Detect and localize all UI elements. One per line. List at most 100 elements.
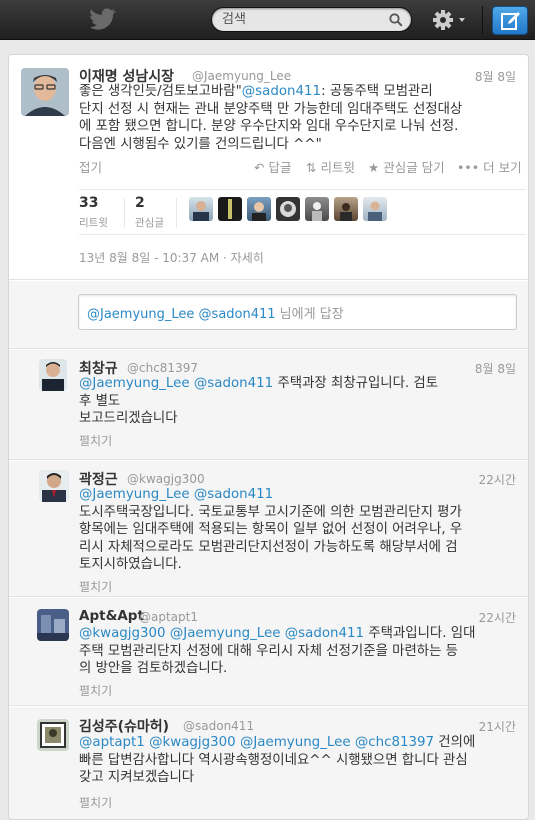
avatar[interactable]	[21, 68, 69, 116]
avatar[interactable]	[39, 359, 67, 391]
tweet-text-line: 빠른 답변감사합니다 역시광속행정이네요^^ 시행됐으면 합니다 관심	[79, 752, 519, 770]
reply-tweet[interactable]: Apt&Apt @aptapt1 22시간 @kwagjg300 @Jaemyu…	[9, 598, 528, 706]
tweet-text: 좋은 생각인듯/검토보고바람"@sadon411: 공동주택 모범관리 단지 선…	[79, 83, 524, 153]
favorite-count-label: 관심글	[135, 217, 164, 229]
author-handle[interactable]: @sadon411	[183, 719, 254, 733]
mention-link[interactable]: @sadon411	[285, 626, 364, 641]
collapse-link[interactable]: 접기	[79, 157, 102, 176]
mention-link[interactable]: @kwagjg300	[149, 735, 236, 750]
mention-link[interactable]: @Jaemyung_Lee	[79, 487, 190, 502]
text-segment: : 공동주택 모범관리	[321, 84, 433, 99]
avatar[interactable]	[37, 609, 69, 641]
text-segment: 도시주택국장입니다. 국토교통부 고시기준에 의한 모범관리단지 평가	[79, 504, 462, 520]
reply-tweet[interactable]: 김성주(슈마허) @sadon411 21시간 @aptapt1 @kwagjg…	[9, 707, 528, 819]
reply-mention: @sadon411	[198, 307, 276, 322]
author-handle[interactable]: @Jaemyung_Lee	[192, 69, 291, 83]
text-segment: 보고드리겠습니다	[79, 411, 178, 426]
text-segment: 건의에	[434, 735, 476, 750]
search-icon[interactable]	[389, 13, 403, 27]
text-segment: 리시 자체적으로라도 모범관리단지선정이 가능하도록 해당부서에 검	[79, 539, 458, 555]
tweet-text-line: @aptapt1 @kwagjg300 @Jaemyung_Lee @chc81…	[79, 734, 519, 752]
tweet-text-line: 항목에는 임대주택에 적용되는 항목이 일부 없어 선정이 어려우나, 우	[79, 521, 519, 539]
retweeter-avatar[interactable]	[189, 197, 213, 221]
avatar[interactable]	[39, 470, 69, 502]
favorite-count[interactable]: 2	[135, 195, 145, 211]
mention-link[interactable]: @aptapt1	[79, 735, 145, 750]
mention-link[interactable]: @Jaemyung_Lee	[170, 626, 281, 641]
expand-link[interactable]: 펼치기	[79, 578, 112, 595]
mention-link[interactable]: @sadon411	[242, 84, 321, 99]
compose-icon	[501, 12, 520, 30]
more-action[interactable]: ••• 더 보기	[457, 157, 522, 176]
expand-link[interactable]: 펼치기	[79, 682, 112, 699]
retweet-action[interactable]: ⇅ 리트윗	[306, 157, 355, 176]
retweeter-avatar[interactable]	[247, 197, 271, 221]
topbar-divider	[482, 6, 483, 34]
expand-link[interactable]: 펼치기	[79, 432, 112, 449]
stat-divider	[124, 198, 125, 228]
mention-link[interactable]: @kwagjg300	[79, 626, 166, 641]
text-segment: 주택 모범관리단지 선정에 대해 우리시 자체 선정기준을 마련하는 등	[79, 643, 458, 659]
tweet-text-line: 후 별도	[79, 393, 519, 411]
gear-icon[interactable]	[430, 8, 470, 32]
author-handle[interactable]: @kwagjg300	[127, 472, 205, 486]
tweet-text-line: 도시주택국장입니다. 국토교통부 고시기준에 의한 모범관리단지 평가	[79, 504, 519, 522]
tweet-text-line: 에 포함 됐으면 합니다. 분양 우수단지와 임대 우수단지로 나눠 선정.	[79, 119, 459, 134]
retweeter-avatar[interactable]	[305, 197, 329, 221]
tweet-text-line: @Jaemyung_Lee @sadon411 주택과장 최창규입니다. 검토	[79, 375, 519, 393]
author-handle[interactable]: @chc81397	[127, 361, 198, 375]
retweet-count[interactable]: 33	[79, 195, 98, 211]
avatar[interactable]	[37, 719, 69, 751]
more-icon: •••	[457, 160, 480, 175]
reply-area: @Jaemyung_Lee @sadon411 님에게 답장	[9, 281, 528, 349]
tweet-time[interactable]: 21시간	[479, 718, 516, 735]
tweet-timestamp[interactable]: 13년 8월 8일 - 10:37 AM	[79, 251, 219, 265]
mention-link[interactable]: @Jaemyung_Lee	[79, 376, 190, 391]
mention-link[interactable]: @Jaemyung_Lee	[240, 735, 351, 750]
more-action-label: 더 보기	[483, 160, 522, 175]
expand-link[interactable]: 펼치기	[79, 794, 112, 811]
tweet-text-line: 좋은 생각인듯/검토보고바람"@sadon411: 공동주택 모범관리	[79, 83, 524, 101]
tweet-text: @kwagjg300 @Jaemyung_Lee @sadon411 주택과입니…	[79, 625, 519, 678]
tweet-text-line: @kwagjg300 @Jaemyung_Lee @sadon411 주택과입니…	[79, 625, 519, 643]
details-link[interactable]: 자세히	[231, 251, 264, 265]
tweet-text-line: 갖고 지켜보겠습니다	[79, 769, 519, 787]
mention-link[interactable]: @chc81397	[355, 735, 434, 750]
search-box[interactable]	[211, 7, 412, 32]
tweet-panel: 이재명 성남시장 @Jaemyung_Lee 8월 8일 좋은 생각인듯/검토보…	[8, 54, 529, 820]
retweeter-avatar[interactable]	[218, 197, 242, 221]
favorite-action[interactable]: ★ 관심글 담기	[368, 157, 445, 176]
reply-input[interactable]: @Jaemyung_Lee @sadon411 님에게 답장	[78, 294, 517, 330]
tweet-actions: 접기 ↶ 답글 ⇅ 리트윗 ★ 관심글 담기 ••• 더 보기	[9, 157, 528, 177]
tweet-text-line: 보고드리겠습니다	[79, 410, 519, 428]
compose-tweet-button[interactable]	[492, 6, 528, 35]
text-segment: 주택과장 최창규입니다. 검토	[273, 376, 439, 391]
mention-link[interactable]: @sadon411	[194, 487, 273, 502]
retweeter-avatar[interactable]	[363, 197, 387, 221]
main-tweet: 이재명 성남시장 @Jaemyung_Lee 8월 8일 좋은 생각인듯/검토보…	[9, 55, 528, 280]
search-input[interactable]	[222, 10, 382, 29]
text-segment: 좋은 생각인듯/검토보고바람"	[79, 84, 242, 99]
twitter-bird-icon[interactable]	[90, 8, 116, 30]
retweeter-avatar[interactable]	[276, 197, 300, 221]
author-name[interactable]: Apt&Apt	[79, 608, 144, 624]
reply-mention: @Jaemyung_Lee	[87, 307, 195, 322]
retweeter-avatar[interactable]	[334, 197, 358, 221]
retweet-count-label: 리트윗	[79, 217, 108, 229]
text-segment: 항목에는 임대주택에 적용되는 항목이 일부 없어 선정이 어려우나, 우	[79, 522, 463, 537]
retweet-action-label: 리트윗	[320, 160, 355, 175]
tweet-text-line: 토지시하였습니다.	[79, 556, 519, 574]
chevron-down-icon	[459, 18, 465, 22]
reply-tweet[interactable]: 최창규 @chc81397 8월 8일 @Jaemyung_Lee @sadon…	[9, 350, 528, 460]
author-name[interactable]: 김성주(슈마허)	[79, 716, 169, 736]
mention-link[interactable]: @sadon411	[194, 376, 273, 391]
author-handle[interactable]: @aptapt1	[139, 610, 198, 624]
text-segment: 빠른 답변감사합니다 역시광속행정이네요^^ 시행됐으면 합니다 관심	[79, 752, 468, 768]
text-segment: 갖고 지켜보겠습니다	[79, 770, 195, 785]
reply-action[interactable]: ↶ 답글	[254, 157, 291, 176]
tweet-time[interactable]: 22시간	[479, 609, 516, 626]
reply-action-label: 답글	[268, 160, 292, 175]
tweet-text-line: 리시 자체적으로라도 모범관리단지선정이 가능하도록 해당부서에 검	[79, 539, 519, 557]
reply-tweet[interactable]: 곽정근 @kwagjg300 22시간 @Jaemyung_Lee @sadon…	[9, 461, 528, 597]
tweet-text-line: 단지 선정 시 현재는 관내 분양주택 만 가능한데 임대주택도 선정대상	[79, 101, 463, 117]
